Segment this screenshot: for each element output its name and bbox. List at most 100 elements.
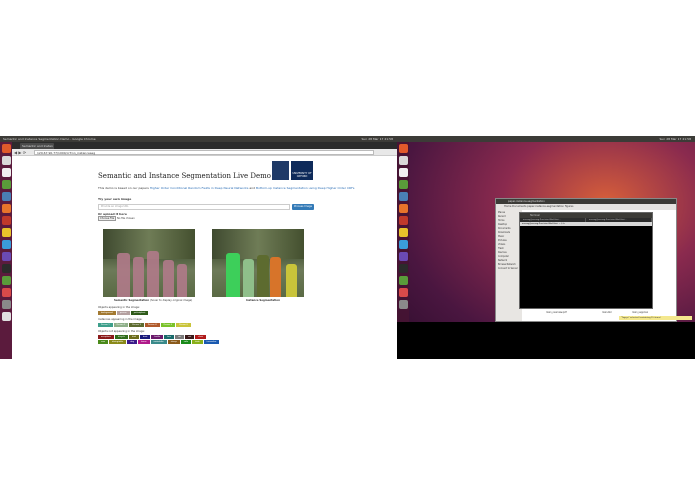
person-mask [147,251,159,297]
objects-label: Objects appearing in the image: [98,306,140,309]
not-appearing-tag: sheep [167,340,180,344]
objects-tags: background person pottedplant [98,311,149,315]
intro-prefix: This demo is based on our papers [98,186,149,190]
ubuntu-top-bar-right: Sun 28 Mar 17 21:58 [397,136,695,142]
logos: UNIVERSITY OF OXFORD [272,161,324,180]
not-appearing-tag: dog [127,340,137,344]
drive-icon[interactable] [1,300,11,309]
paper-link-1[interactable]: Higher Order Conditional Random Fields i… [150,186,249,190]
not-appearing-tag: boat [139,335,151,339]
not-appearing-tag: bus [164,335,174,339]
app2-icon[interactable] [398,276,408,285]
object-tag: person [116,311,130,315]
dash-icon[interactable] [1,144,11,153]
image-url-input[interactable]: Provide an image URL [98,204,290,210]
paper-link-2[interactable]: Bottom-up Instance Segmentation using De… [256,186,354,190]
object-tag: background [98,311,116,315]
not-appearing-tag: bottle [151,335,164,339]
web-page: Semantic and Instance Segmentation Live … [12,156,397,359]
instance-tag: Person 5 [160,323,176,327]
status-notification: "Tagsys" selected (containing 15 items) [619,316,692,320]
person-mask [163,260,174,297]
software-center-icon[interactable] [1,204,11,213]
not-appearing-tag: train [192,340,203,344]
files-sidebar-item[interactable]: Connect to Server [498,267,520,271]
chrome-icon[interactable] [1,228,11,237]
object-tag: pottedplant [130,311,149,315]
not-appearing-tag: motorbike [150,340,167,344]
person-instance-4 [270,257,281,297]
document-icon[interactable] [398,168,408,177]
semantic-caption: Semantic Segmentation (hover to display … [114,299,192,302]
intro-and: and [249,186,256,190]
person-instance-2 [243,259,254,297]
not-appearing-tag: chair [195,335,207,339]
app3-icon[interactable] [1,288,11,297]
instances-tags: Person 1 Person 2 Person 3 Person 4 Person 5… [98,323,191,327]
lab-logo [272,161,289,180]
software-center-icon[interactable] [398,204,408,213]
spreadsheet-icon[interactable] [398,180,408,189]
not-appearing-tag: sofa [180,340,191,344]
not-appearing-tag: tvmonitor [203,340,220,344]
terminal-window: Terminal anurag@anurag-Precision-WorkSta… [519,212,653,309]
person-mask [117,253,130,297]
try-own-heading: Try your own image [98,197,132,201]
app2-icon[interactable] [1,276,11,285]
trash-icon[interactable] [1,312,11,321]
not-appearing-tag: horse [138,340,150,344]
instance-tag: Person 6 [176,323,191,327]
left-monitor: Semantic and Instance Segmentation Demo … [0,136,397,359]
terminal-icon[interactable] [1,264,11,273]
terminal-prompt[interactable]: anurag@anurag-Precision-WorkStat: ~ $ ls [520,222,652,226]
drive-icon[interactable] [398,300,408,309]
no-file-text: No file chosen [117,217,135,220]
process-image-button[interactable]: Process Image [292,204,314,210]
writer-icon[interactable] [1,192,11,201]
instance-caption: Instance Segmentation [246,299,280,302]
spreadsheet-icon[interactable] [1,180,11,189]
not-appearing-tag: bicycle [115,335,129,339]
app-icon[interactable] [1,252,11,261]
files-icon[interactable] [1,156,11,165]
settings-icon[interactable] [398,216,408,225]
document-icon[interactable] [1,168,11,177]
file-item[interactable]: main_supp.tex [632,311,648,314]
person-mask [177,264,187,297]
not-appearing-tag: aeroplane [98,335,115,339]
instance-tag: Person 4 [144,323,160,327]
nav-arrows-icon[interactable]: ◀ ▶ ⟳ [14,150,26,155]
semantic-caption-title: Semantic Segmentation [114,299,150,302]
instance-tag: Person 3 [129,323,144,327]
url-field[interactable]: 129.67.90.77/1000/crfrnn_instanceseg [34,150,374,155]
page-title: Semantic and Instance Segmentation Live … [98,172,272,180]
clock-right: Sun 28 Mar 17 21:58 [659,137,691,141]
semantic-caption-hint: (hover to display original image) [149,299,193,302]
choose-file-button[interactable]: Choose File [98,216,117,221]
instance-tag: Person 2 [113,323,129,327]
terminal-tab-2[interactable]: anurag@anurag-Precision-WorkStat... [586,218,652,222]
semantic-segmentation-image[interactable] [103,229,195,297]
file-item[interactable]: main_overview.pdf [546,311,567,314]
writer-icon[interactable] [398,192,408,201]
settings-icon[interactable] [1,216,11,225]
person-instance-1 [226,253,240,297]
instances-label: Instances appearing in the image: [98,318,143,321]
window-title: Semantic and Instance Segmentation Demo … [3,137,96,141]
firefox-icon[interactable] [398,240,408,249]
not-appearing-tag: diningtable [108,340,127,344]
instance-tag: Person 1 [98,323,113,327]
chrome-icon[interactable] [398,228,408,237]
instance-segmentation-image [212,229,304,297]
terminal-icon[interactable] [398,264,408,273]
oxford-logo: UNIVERSITY OF OXFORD [291,161,313,180]
not-appearing-tag: bird [129,335,139,339]
app-icon[interactable] [398,252,408,261]
files-icon[interactable] [398,156,408,165]
app3-icon[interactable] [398,288,408,297]
dash-icon[interactable] [398,144,408,153]
not-appearing-tag: cow [98,340,108,344]
firefox-icon[interactable] [1,240,11,249]
intro-text: This demo is based on our papers Higher … [98,186,354,190]
file-item[interactable]: main.bbl [602,311,612,314]
